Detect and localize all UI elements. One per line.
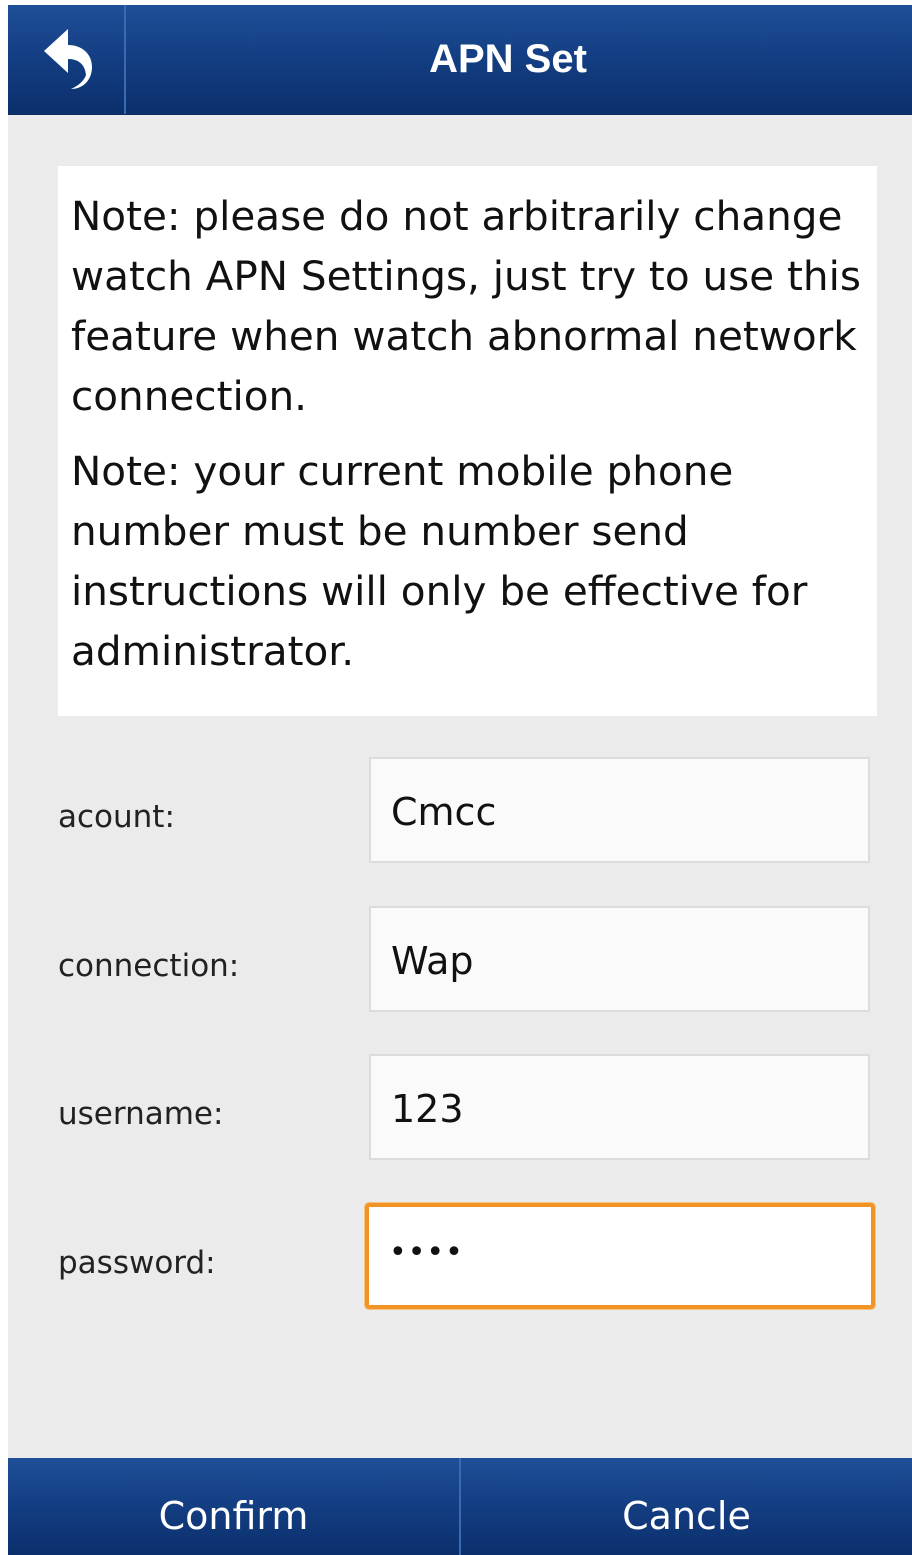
connection-row: connection: Wap <box>8 906 912 1012</box>
account-row: acount: Cmcc <box>8 757 912 863</box>
username-row: username: 123 <box>8 1054 912 1160</box>
action-bar: Confirm Cancle <box>8 1458 912 1555</box>
apn-settings-screen: APN Set Note: please do not arbitrarily … <box>8 5 912 1555</box>
connection-input[interactable]: Wap <box>369 906 870 1012</box>
username-input[interactable]: 123 <box>369 1054 870 1160</box>
back-arrow-icon <box>38 23 94 97</box>
confirm-button[interactable]: Confirm <box>8 1458 459 1555</box>
cancel-button[interactable]: Cancle <box>461 1458 912 1555</box>
page-title: APN Set <box>429 37 587 81</box>
password-input[interactable]: •••• <box>365 1203 875 1309</box>
account-input[interactable]: Cmcc <box>369 757 870 863</box>
note-panel: Note: please do not arbitrarily change w… <box>58 166 877 716</box>
back-button[interactable] <box>8 5 126 114</box>
username-label: username: <box>58 1096 224 1132</box>
title-bar: APN Set <box>8 5 912 115</box>
note-text: Note: please do not arbitrarily change w… <box>71 192 861 420</box>
password-row: password: •••• <box>8 1203 912 1309</box>
password-label: password: <box>58 1245 216 1281</box>
account-label: acount: <box>58 799 175 835</box>
note-text: Note: your current mobile phone number m… <box>71 447 808 675</box>
connection-label: connection: <box>58 948 240 984</box>
